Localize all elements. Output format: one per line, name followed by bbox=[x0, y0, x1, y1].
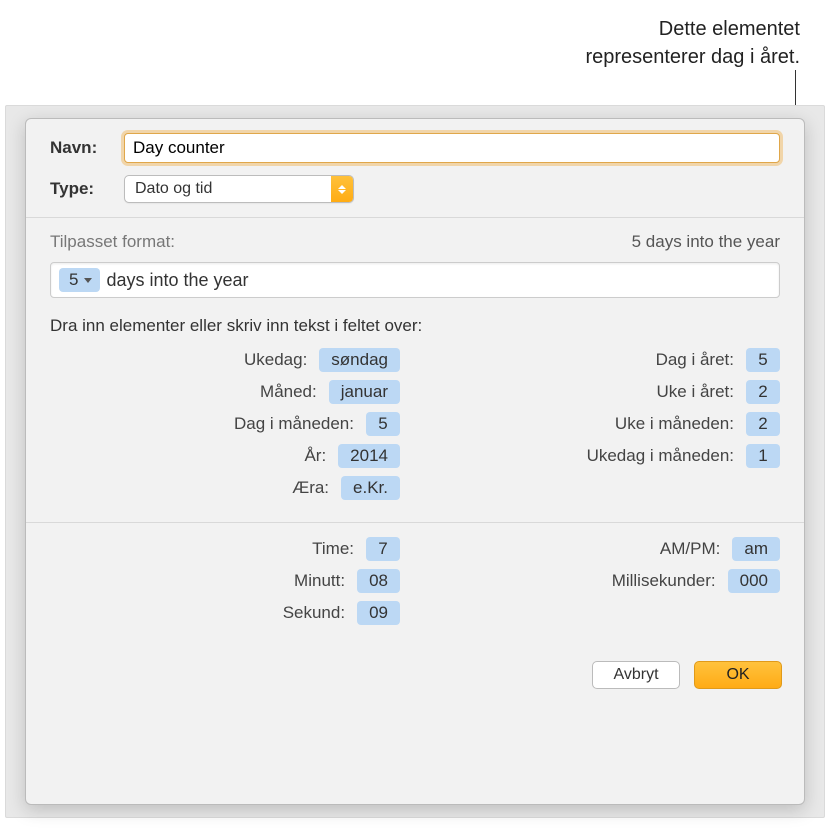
ok-button[interactable]: OK bbox=[694, 661, 782, 689]
chip-weekday-of-month[interactable]: 1 bbox=[746, 444, 780, 468]
type-select[interactable]: Dato og tid bbox=[124, 175, 354, 203]
format-field[interactable]: 5 days into the year bbox=[50, 262, 780, 298]
elem-label: Dag i måneden: bbox=[50, 414, 366, 434]
name-input[interactable] bbox=[124, 133, 780, 163]
format-preview: 5 days into the year bbox=[632, 232, 780, 252]
date-elements: Ukedag:søndag Måned:januar Dag i måneden… bbox=[50, 348, 780, 508]
chip-weekday[interactable]: søndag bbox=[319, 348, 400, 372]
format-header-label: Tilpasset format: bbox=[50, 232, 175, 252]
chevron-down-icon bbox=[84, 278, 92, 283]
callout-text: Dette elementet representerer dag i året… bbox=[585, 15, 800, 71]
time-elements-section: Time:7 Minutt:08 Sekund:09 AM/PM:am Mill… bbox=[26, 523, 804, 647]
type-select-value: Dato og tid bbox=[135, 180, 212, 198]
chip-minute[interactable]: 08 bbox=[357, 569, 400, 593]
chip-hour[interactable]: 7 bbox=[366, 537, 400, 561]
type-label: Type: bbox=[50, 179, 124, 199]
chip-week-of-year[interactable]: 2 bbox=[746, 380, 780, 404]
format-section: Tilpasset format: 5 days into the year 5… bbox=[26, 218, 804, 523]
chip-era[interactable]: e.Kr. bbox=[341, 476, 400, 500]
elem-label: Dag i året: bbox=[430, 350, 746, 370]
elem-label: Uke i måneden: bbox=[430, 414, 746, 434]
chip-week-of-month[interactable]: 2 bbox=[746, 412, 780, 436]
format-token-day-of-year[interactable]: 5 bbox=[59, 268, 100, 292]
elem-label: Måned: bbox=[50, 382, 329, 402]
format-dialog: Navn: Type: Dato og tid Tilpasset format… bbox=[25, 118, 805, 805]
elem-label: Uke i året: bbox=[430, 382, 746, 402]
elem-label: Minutt: bbox=[50, 571, 357, 591]
elem-label: År: bbox=[50, 446, 338, 466]
elem-label: AM/PM: bbox=[430, 539, 732, 559]
chip-day-of-year[interactable]: 5 bbox=[746, 348, 780, 372]
chip-ampm[interactable]: am bbox=[732, 537, 780, 561]
chevron-updown-icon bbox=[331, 176, 353, 202]
elem-label: Ukedag: bbox=[50, 350, 319, 370]
name-label: Navn: bbox=[50, 138, 124, 158]
chip-month[interactable]: januar bbox=[329, 380, 400, 404]
elem-label: Sekund: bbox=[50, 603, 357, 623]
elem-label: Ukedag i måneden: bbox=[430, 446, 746, 466]
elem-label: Millisekunder: bbox=[430, 571, 728, 591]
header-section: Navn: Type: Dato og tid bbox=[26, 119, 804, 218]
drag-instruction: Dra inn elementer eller skriv inn tekst … bbox=[50, 316, 780, 336]
elem-label: Time: bbox=[50, 539, 366, 559]
chip-milliseconds[interactable]: 000 bbox=[728, 569, 780, 593]
cancel-button[interactable]: Avbryt bbox=[592, 661, 680, 689]
format-suffix-text: days into the year bbox=[106, 270, 248, 291]
button-row: Avbryt OK bbox=[26, 647, 804, 705]
elem-label: Æra: bbox=[50, 478, 341, 498]
chip-day-of-month[interactable]: 5 bbox=[366, 412, 400, 436]
chip-second[interactable]: 09 bbox=[357, 601, 400, 625]
chip-year[interactable]: 2014 bbox=[338, 444, 400, 468]
